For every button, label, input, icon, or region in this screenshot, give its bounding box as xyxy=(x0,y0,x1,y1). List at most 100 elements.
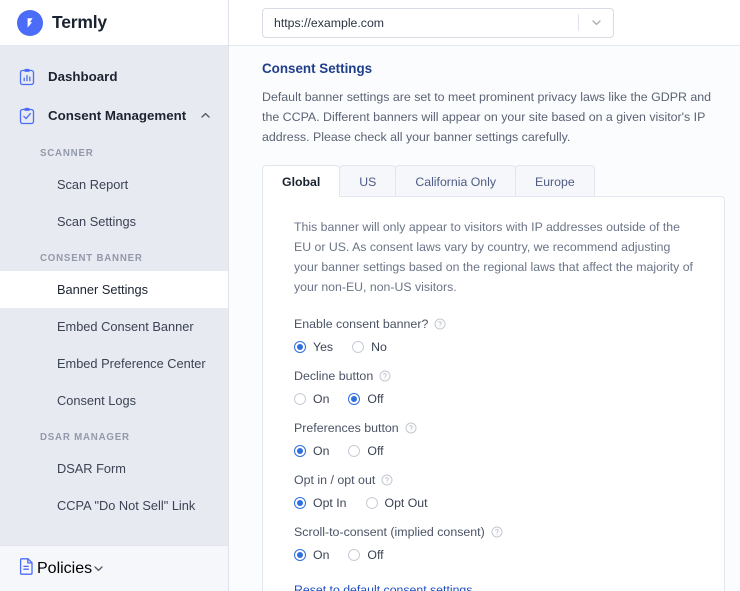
main-area: https://example.com Consent Settings Def… xyxy=(229,0,740,591)
radio-dot xyxy=(348,548,361,561)
help-circle-icon[interactable] xyxy=(379,370,391,382)
radio-decline-button-off[interactable]: Off xyxy=(348,391,384,406)
help-circle-icon[interactable] xyxy=(434,318,446,330)
sidebar-item-consent-management-label: Consent Management xyxy=(48,108,187,123)
field-preferences-button-label: Preferences button xyxy=(294,421,694,435)
sidebar-item-scan-report-label: Scan Report xyxy=(57,177,129,192)
radio-label: Opt Out xyxy=(384,495,428,510)
sidebar-item-dsar-form-label: DSAR Form xyxy=(57,461,126,476)
radio-enable-consent-banner-no[interactable]: No xyxy=(352,340,387,354)
field-label-text: Decline button xyxy=(294,368,374,383)
field-opt-in-opt-out-label: Opt in / opt out xyxy=(294,473,694,487)
sidebar-item-scan-report[interactable]: Scan Report xyxy=(0,166,228,203)
radio-dot xyxy=(348,392,361,405)
help-circle-icon[interactable] xyxy=(381,474,393,486)
radio-group-preferences-button: On Off xyxy=(294,444,694,458)
radio-label: No xyxy=(371,339,387,354)
sidebar-group-label-scanner: SCANNER xyxy=(40,148,94,159)
field-decline-button: Decline button On Off xyxy=(294,369,694,406)
field-scroll-to-consent-label: Scroll-to-consent (implied consent) xyxy=(294,525,694,539)
radio-dot xyxy=(294,392,306,405)
sidebar-item-dsar-form[interactable]: DSAR Form xyxy=(0,450,228,487)
sidebar-item-dashboard[interactable]: Dashboard xyxy=(0,57,228,96)
sidebar-item-embed-preference-center-label: Embed Preference Center xyxy=(57,356,206,371)
radio-scroll-to-consent-on[interactable]: On xyxy=(294,548,329,562)
content-area: Consent Settings Default banner settings… xyxy=(229,46,740,591)
sidebar-item-embed-preference-center[interactable]: Embed Preference Center xyxy=(0,345,228,382)
radio-enable-consent-banner-yes[interactable]: Yes xyxy=(294,340,333,354)
radio-group-decline-button: On Off xyxy=(294,392,694,406)
radio-dot xyxy=(348,444,361,457)
radio-opt-in[interactable]: Opt In xyxy=(294,496,347,510)
brand-name: Termly xyxy=(52,12,107,32)
sidebar-item-policies[interactable]: Policies xyxy=(0,545,228,591)
radio-label: Opt In xyxy=(313,495,347,510)
sidebar-item-consent-logs-label: Consent Logs xyxy=(57,393,136,408)
sidebar-item-embed-consent-banner[interactable]: Embed Consent Banner xyxy=(0,308,228,345)
radio-decline-button-on[interactable]: On xyxy=(294,392,329,406)
sidebar-item-embed-consent-banner-label: Embed Consent Banner xyxy=(57,319,194,334)
field-label-text: Enable consent banner? xyxy=(294,316,429,331)
radio-label: Yes xyxy=(313,339,334,354)
radio-group-opt-in-opt-out: Opt In Opt Out xyxy=(294,496,694,510)
field-label-text: Preferences button xyxy=(294,420,399,435)
field-enable-consent-banner-label: Enable consent banner? xyxy=(294,317,694,331)
document-icon xyxy=(17,556,37,581)
panel-note: This banner will only appear to visitors… xyxy=(294,220,693,294)
field-label-text: Opt in / opt out xyxy=(294,472,376,487)
sidebar-item-policies-label: Policies xyxy=(37,559,93,577)
radio-group-scroll-to-consent: On Off xyxy=(294,548,694,562)
sidebar-item-ccpa-do-not-sell-link[interactable]: CCPA "Do Not Sell" Link xyxy=(0,487,228,524)
sidebar-item-consent-management[interactable]: Consent Management xyxy=(0,96,228,135)
brand-header: Termly xyxy=(0,0,228,46)
reset-to-default-link[interactable]: Reset to default consent settings xyxy=(294,583,472,591)
tab-global[interactable]: Global xyxy=(262,165,341,199)
sidebar-item-banner-settings[interactable]: Banner Settings xyxy=(0,271,228,308)
tab-california-only-label: California Only xyxy=(415,174,497,189)
radio-dot xyxy=(365,496,378,509)
termly-flag-icon xyxy=(17,9,43,36)
sidebar-nav: Dashboard Consent Management SCANNER Sca… xyxy=(0,46,228,545)
radio-dot xyxy=(294,444,306,457)
field-scroll-to-consent: Scroll-to-consent (implied consent) On O… xyxy=(294,525,694,562)
chevron-down-icon[interactable] xyxy=(92,562,105,575)
field-preferences-button: Preferences button On Off xyxy=(294,421,694,458)
chevron-up-icon[interactable] xyxy=(199,109,212,122)
radio-label: Off xyxy=(367,391,384,406)
radio-dot xyxy=(352,340,365,353)
help-circle-icon[interactable] xyxy=(491,526,503,538)
field-decline-button-label: Decline button xyxy=(294,369,694,383)
help-circle-icon[interactable] xyxy=(405,422,417,434)
sidebar-item-dashboard-label: Dashboard xyxy=(48,69,118,84)
radio-label: Off xyxy=(367,547,384,562)
sidebar-item-scan-settings[interactable]: Scan Settings xyxy=(0,203,228,240)
radio-label: On xyxy=(313,443,330,458)
radio-scroll-to-consent-off[interactable]: Off xyxy=(348,547,384,562)
radio-label: On xyxy=(313,391,330,406)
settings-panel: This banner will only appear to visitors… xyxy=(262,196,725,591)
field-label-text: Scroll-to-consent (implied consent) xyxy=(294,524,485,539)
tab-europe[interactable]: Europe xyxy=(515,165,595,198)
app-root: Termly Dashboard Consent Management SCAN… xyxy=(0,0,740,591)
sidebar-item-consent-logs[interactable]: Consent Logs xyxy=(0,382,228,419)
tab-california-only[interactable]: California Only xyxy=(395,165,517,198)
radio-preferences-button-on[interactable]: On xyxy=(294,444,329,458)
tab-global-label: Global xyxy=(282,174,321,189)
chevron-down-icon[interactable] xyxy=(590,16,603,29)
sidebar-item-ccpa-do-not-sell-link-label: CCPA "Do Not Sell" Link xyxy=(57,498,196,513)
page-description: Default banner settings are set to meet … xyxy=(262,90,712,145)
tab-us-label: US xyxy=(359,174,377,189)
clipboard-check-icon xyxy=(17,106,37,126)
region-tabs: Global US California Only Europe xyxy=(262,165,725,199)
radio-label: On xyxy=(313,547,330,562)
radio-opt-out[interactable]: Opt Out xyxy=(365,495,428,510)
sidebar: Termly Dashboard Consent Management SCAN… xyxy=(0,0,229,591)
radio-preferences-button-off[interactable]: Off xyxy=(348,443,384,458)
page-title: Consent Settings xyxy=(262,61,373,76)
sidebar-item-scan-settings-label: Scan Settings xyxy=(57,214,136,229)
tab-us[interactable]: US xyxy=(339,165,397,198)
sidebar-group-label-consent-banner: CONSENT BANNER xyxy=(40,253,143,264)
radio-label: Off xyxy=(367,443,384,458)
sidebar-item-banner-settings-label: Banner Settings xyxy=(57,282,149,297)
site-url-select[interactable]: https://example.com xyxy=(262,7,614,38)
